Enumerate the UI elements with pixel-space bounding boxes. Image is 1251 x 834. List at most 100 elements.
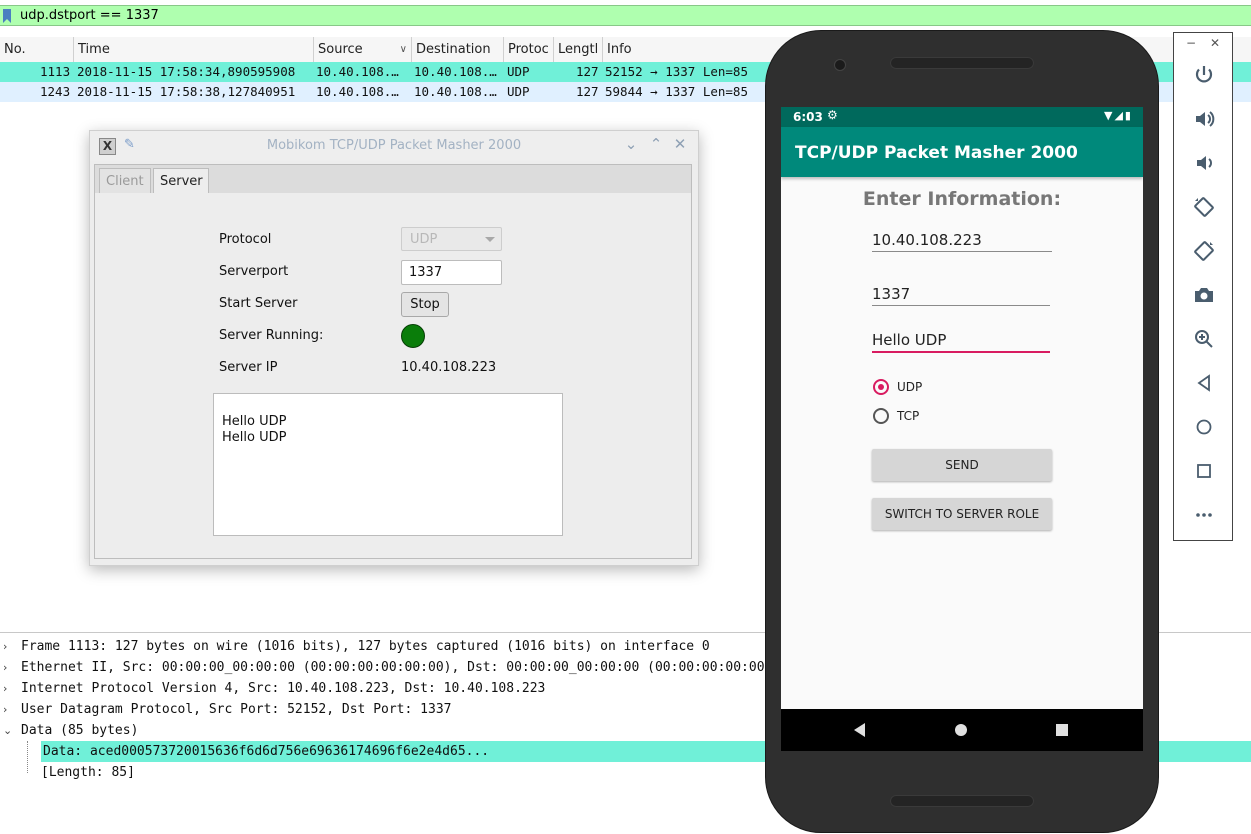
column-time[interactable]: Time (74, 37, 314, 62)
home-icon[interactable] (955, 724, 967, 736)
packet-source: 10.40.108.… (316, 84, 399, 99)
column-no[interactable]: No. (0, 37, 74, 62)
send-button[interactable]: SEND (872, 449, 1052, 481)
column-source[interactable]: Source ∨ (314, 37, 412, 62)
home-icon[interactable] (1192, 415, 1216, 439)
packet-length: 127 (576, 64, 599, 79)
column-length[interactable]: Lengtl (554, 37, 603, 62)
tcp-radio-label[interactable]: TCP (897, 409, 919, 423)
ip-input-underline (872, 251, 1052, 252)
minimize-icon[interactable]: − (1186, 36, 1196, 50)
serverport-input[interactable]: 1337 (401, 260, 502, 285)
start-server-label: Start Server (219, 296, 298, 311)
detail-text: User Datagram Protocol, Src Port: 52152,… (21, 702, 452, 717)
ip-input[interactable]: 10.40.108.223 (872, 231, 1050, 249)
packet-time: 2018-11-15 17:58:34,890595908 (77, 64, 296, 79)
packet-protocol: UDP (507, 64, 530, 79)
stop-button[interactable]: Stop (401, 292, 449, 317)
packet-source: 10.40.108.… (316, 64, 399, 79)
tab-bar: Client Server (94, 164, 692, 195)
recent-apps-icon[interactable] (1056, 724, 1068, 736)
detail-text: Internet Protocol Version 4, Src: 10.40.… (21, 681, 546, 696)
app-title: TCP/UDP Packet Masher 2000 (795, 143, 1078, 163)
chevron-down-icon: ∨ (399, 44, 407, 55)
close-icon[interactable]: ✕ (671, 135, 689, 153)
packet-destination: 10.40.108.… (414, 84, 497, 99)
packet-no: 1243 (40, 84, 71, 99)
udp-radio-label[interactable]: UDP (897, 380, 922, 394)
server-running-indicator (401, 324, 425, 348)
detail-text: Data (85 bytes) (21, 723, 139, 738)
message-input-underline (872, 351, 1050, 353)
overview-icon[interactable] (1192, 459, 1216, 483)
camera-icon[interactable] (1192, 283, 1216, 307)
enter-information-heading: Enter Information: (862, 188, 1062, 210)
detail-text: [Length: 85] (41, 765, 135, 780)
speaker-grille (890, 57, 1034, 69)
display-filter-bar[interactable]: udp.dstport == 1337 (0, 5, 1251, 26)
protocol-select[interactable]: UDP (401, 227, 502, 251)
tcp-radio[interactable] (873, 408, 889, 424)
power-icon[interactable] (1192, 63, 1216, 87)
packet-protocol: UDP (507, 84, 530, 99)
protocol-select-value: UDP (410, 232, 438, 247)
received-messages-area[interactable]: Hello UDP Hello UDP (213, 393, 563, 536)
display-filter-input[interactable]: udp.dstport == 1337 (20, 8, 159, 23)
packet-info: 59844 → 1337 Len=85 (605, 84, 748, 99)
packet-length: 127 (576, 84, 599, 99)
settings-gear-icon: ⚙ (827, 108, 838, 122)
front-camera (834, 59, 846, 71)
window-title: Mobikom TCP/UDP Packet Masher 2000 (266, 138, 522, 153)
server-running-label: Server Running: (219, 328, 324, 343)
column-destination[interactable]: Destination (412, 37, 504, 62)
message-input[interactable]: Hello UDP (872, 331, 1050, 349)
maximize-icon[interactable]: ⌃ (647, 135, 665, 153)
packet-time: 2018-11-15 17:58:38,127840951 (77, 84, 296, 99)
status-bar: 6:03 ⚙ ▼◢▮ (781, 107, 1143, 127)
rotate-right-icon[interactable] (1192, 239, 1216, 263)
column-source-label: Source (318, 42, 363, 57)
back-icon[interactable] (1192, 371, 1216, 395)
status-time: 6:03 (793, 110, 823, 124)
bookmark-icon[interactable] (3, 9, 11, 23)
navigation-bar (781, 709, 1143, 751)
detail-text: Frame 1113: 127 bytes on wire (1016 bits… (21, 639, 710, 654)
column-info[interactable]: Info (603, 37, 763, 62)
tab-server[interactable]: Server (153, 168, 209, 195)
window-titlebar[interactable]: X ✎ Mobikom TCP/UDP Packet Masher 2000 ⌄… (90, 131, 698, 161)
chevron-down-icon (485, 237, 495, 242)
app-bar: TCP/UDP Packet Masher 2000 (781, 127, 1143, 177)
serverport-label: Serverport (219, 264, 289, 279)
udp-radio[interactable] (873, 379, 889, 395)
server-ip-value: 10.40.108.223 (401, 360, 497, 375)
emulator-toolbar: − ✕ (1173, 32, 1233, 541)
zoom-icon[interactable] (1192, 327, 1216, 351)
expand-arrow-icon[interactable]: › (3, 657, 7, 678)
server-ip-label: Server IP (219, 360, 278, 375)
tab-client[interactable]: Client (99, 168, 151, 194)
minimize-icon[interactable]: ⌄ (622, 135, 640, 153)
close-icon[interactable]: ✕ (1210, 36, 1220, 50)
volume-down-icon[interactable] (1192, 151, 1216, 175)
packet-masher-window: X ✎ Mobikom TCP/UDP Packet Masher 2000 ⌄… (89, 130, 699, 566)
packet-info: 52152 → 1337 Len=85 (605, 64, 748, 79)
packet-destination: 10.40.108.… (414, 64, 497, 79)
back-icon[interactable] (854, 723, 865, 737)
port-input-underline (872, 305, 1050, 306)
expand-arrow-icon[interactable]: › (3, 678, 7, 699)
rotate-left-icon[interactable] (1192, 195, 1216, 219)
wifi-signal-battery-icon: ▼◢▮ (1104, 109, 1133, 122)
android-screen: 6:03 ⚙ ▼◢▮ TCP/UDP Packet Masher 2000 En… (781, 107, 1143, 751)
detail-text: Ethernet II, Src: 00:00:00_00:00:00 (00:… (21, 660, 796, 675)
volume-up-icon[interactable] (1192, 107, 1216, 131)
packet-no: 1113 (40, 64, 71, 79)
port-input[interactable]: 1337 (872, 285, 1050, 303)
protocol-label: Protocol (219, 232, 272, 247)
expand-arrow-icon[interactable]: › (3, 699, 7, 720)
more-icon[interactable] (1192, 503, 1216, 527)
column-protocol[interactable]: Protoc (504, 37, 554, 62)
switch-to-server-role-button[interactable]: SWITCH TO SERVER ROLE (872, 498, 1052, 530)
collapse-arrow-icon[interactable]: ⌄ (3, 720, 12, 741)
expand-arrow-icon[interactable]: › (3, 636, 7, 657)
message-line: Hello UDP (222, 430, 287, 445)
